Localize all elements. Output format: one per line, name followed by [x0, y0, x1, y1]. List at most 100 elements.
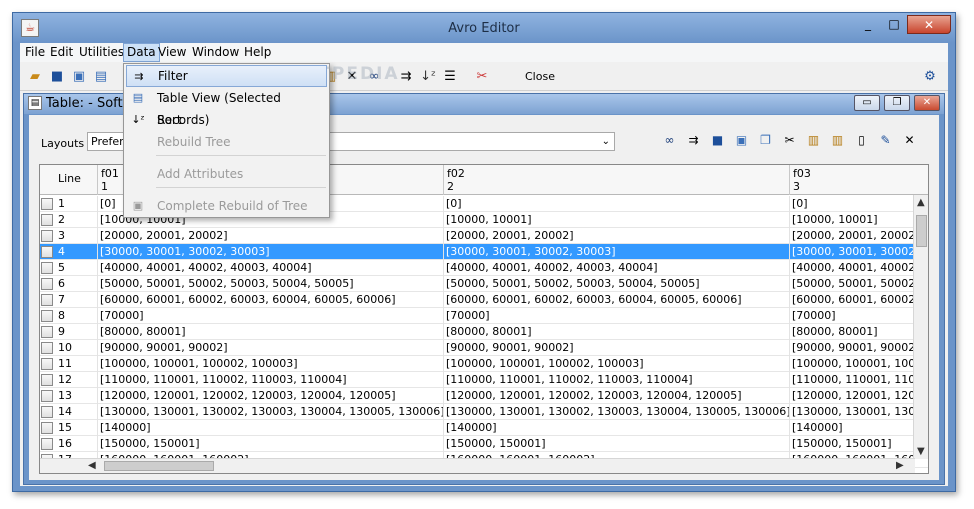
cell-f01[interactable]: [90000, 90001, 90002]	[98, 340, 444, 356]
cell-f03[interactable]: [0]	[790, 196, 915, 212]
menu-utilities[interactable]: Utilities	[76, 43, 127, 62]
cell-line[interactable]: 14	[56, 404, 98, 420]
table-row[interactable]: 13 [120000, 120001, 120002, 120003, 12000…	[40, 388, 928, 404]
cell-f01[interactable]: [30000, 30001, 30002, 30003]	[98, 244, 444, 260]
row-select-checkbox[interactable]	[41, 438, 53, 450]
cell-f01[interactable]: [130000, 130001, 130002, 130003, 130004,…	[98, 404, 444, 420]
new-record-icon[interactable]: ▯	[851, 131, 872, 152]
menu-file[interactable]: File	[22, 43, 48, 62]
row-select-checkbox[interactable]	[41, 230, 53, 242]
row-select-checkbox[interactable]	[41, 262, 53, 274]
internal-close-button[interactable]: ✕	[914, 95, 940, 111]
table-row[interactable]: 15 [140000] [140000] [140000]	[40, 420, 928, 436]
table-row[interactable]: 8 [70000] [70000] [70000]	[40, 308, 928, 324]
cell-f02[interactable]: [10000, 10001]	[444, 212, 790, 228]
table-row[interactable]: 5 [40000, 40001, 40002, 40003, 40004] [400…	[40, 260, 928, 276]
minimize-button[interactable]: _	[855, 15, 881, 34]
cell-line[interactable]: 3	[56, 228, 98, 244]
cell-f03[interactable]: [70000]	[790, 308, 915, 324]
cell-f03[interactable]: [40000, 40001, 40002, 4	[790, 260, 915, 276]
table-row[interactable]: 12 [110000, 110001, 110002, 110003, 11000…	[40, 372, 928, 388]
row-select-checkbox[interactable]	[41, 278, 53, 290]
cell-f02[interactable]: [50000, 50001, 50002, 50003, 50004, 5000…	[444, 276, 790, 292]
table-icon[interactable]: ☰	[440, 67, 460, 87]
table-row[interactable]: 7 [60000, 60001, 60002, 60003, 60004, 600…	[40, 292, 928, 308]
cell-f03[interactable]: [80000, 80001]	[790, 324, 915, 340]
menu-view[interactable]: View	[155, 43, 189, 62]
export-icon[interactable]: ▤	[91, 67, 111, 87]
title-bar[interactable]: ☕ Avro Editor _ □ ✕	[13, 13, 955, 43]
cell-f01[interactable]: [110000, 110001, 110002, 110003, 110004]	[98, 372, 444, 388]
cut-icon[interactable]: ✂	[779, 131, 800, 152]
row-select-checkbox[interactable]	[41, 390, 53, 402]
save-as-icon[interactable]: ▣	[69, 67, 89, 87]
cell-f03[interactable]: [150000, 150001]	[790, 436, 915, 452]
row-select-checkbox[interactable]	[41, 342, 53, 354]
row-select-checkbox[interactable]	[41, 358, 53, 370]
cell-line[interactable]: 4	[56, 244, 98, 260]
cell-f02[interactable]: [100000, 100001, 100002, 100003]	[444, 356, 790, 372]
cell-f01[interactable]: [70000]	[98, 308, 444, 324]
close-window-button[interactable]: ✕	[907, 15, 951, 34]
row-select-checkbox[interactable]	[41, 406, 53, 418]
save-as-icon[interactable]: ▣	[731, 131, 752, 152]
internal-restore-button[interactable]: ❐	[884, 95, 910, 111]
column-header-line[interactable]: Line	[40, 165, 98, 195]
cell-f01[interactable]: [40000, 40001, 40002, 40003, 40004]	[98, 260, 444, 276]
cell-line[interactable]: 15	[56, 420, 98, 436]
cell-f01[interactable]: [140000]	[98, 420, 444, 436]
cell-f03[interactable]: [110000, 110001, 11000	[790, 372, 915, 388]
cell-f01[interactable]: [80000, 80001]	[98, 324, 444, 340]
save-icon[interactable]: ■	[707, 131, 728, 152]
scroll-up-icon[interactable]: ▲	[917, 197, 925, 208]
cell-line[interactable]: 10	[56, 340, 98, 356]
menu-item-filter[interactable]: ⇉ Filter	[126, 65, 327, 87]
scroll-down-icon[interactable]: ▼	[917, 446, 925, 457]
cell-line[interactable]: 12	[56, 372, 98, 388]
cell-f01[interactable]: [20000, 20001, 20002]	[98, 228, 444, 244]
menu-item-sort[interactable]: ↓ᶻ Sort	[126, 109, 327, 131]
cell-f03[interactable]: [20000, 20001, 20002]	[790, 228, 915, 244]
row-select-checkbox[interactable]	[41, 214, 53, 226]
find-icon[interactable]: ∞	[659, 131, 680, 152]
row-select-checkbox[interactable]	[41, 310, 53, 322]
cell-f03[interactable]: [30000, 30001, 30002,	[790, 244, 915, 260]
vertical-scrollbar[interactable]: ▲ ▼	[913, 195, 928, 459]
scroll-right-icon[interactable]: ▶	[896, 460, 904, 471]
cell-f03[interactable]: [10000, 10001]	[790, 212, 915, 228]
sort-icon[interactable]: ↓ᶻ	[418, 67, 438, 87]
cell-line[interactable]: 6	[56, 276, 98, 292]
internal-minimize-button[interactable]: ▭	[854, 95, 880, 111]
table-row[interactable]: 6 [50000, 50001, 50002, 50003, 50004, 500…	[40, 276, 928, 292]
column-header-f02[interactable]: f02 2	[444, 165, 790, 195]
row-select-checkbox[interactable]	[41, 246, 53, 258]
cell-f03[interactable]: [130000, 130001, 13000	[790, 404, 915, 420]
menu-help[interactable]: Help	[241, 43, 274, 62]
cell-line[interactable]: 2	[56, 212, 98, 228]
table-row[interactable]: 4 [30000, 30001, 30002, 30003] [30000, 300…	[40, 244, 928, 260]
row-select-checkbox[interactable]	[41, 422, 53, 434]
horizontal-scrollbar[interactable]: ◀ ▶	[40, 458, 915, 473]
table-row[interactable]: 3 [20000, 20001, 20002] [20000, 20001, 200…	[40, 228, 928, 244]
cell-line[interactable]: 8	[56, 308, 98, 324]
edit-record-icon[interactable]: ✎	[875, 131, 896, 152]
close-toolbar-button[interactable]: Close	[525, 70, 555, 83]
open-folder-icon[interactable]: ▰	[25, 67, 45, 87]
menu-window[interactable]: Window	[189, 43, 242, 62]
cell-line[interactable]: 7	[56, 292, 98, 308]
cell-f02[interactable]: [30000, 30001, 30002, 30003]	[444, 244, 790, 260]
filter-icon[interactable]: ⇉	[683, 131, 704, 152]
menu-item-table-view[interactable]: ▤ Table View (Selected Records)	[126, 87, 327, 127]
cell-f03[interactable]: [50000, 50001, 50002,	[790, 276, 915, 292]
cell-f03[interactable]: [120000, 120001, 12000	[790, 388, 915, 404]
row-select-checkbox[interactable]	[41, 326, 53, 338]
cell-line[interactable]: 9	[56, 324, 98, 340]
cell-line[interactable]: 5	[56, 260, 98, 276]
vertical-scroll-thumb[interactable]	[916, 215, 927, 247]
cell-f01[interactable]: [60000, 60001, 60002, 60003, 60004, 6000…	[98, 292, 444, 308]
cell-line[interactable]: 16	[56, 436, 98, 452]
cell-f01[interactable]: [100000, 100001, 100002, 100003]	[98, 356, 444, 372]
column-header-f03[interactable]: f03 3	[790, 165, 928, 195]
cell-line[interactable]: 1	[56, 196, 98, 212]
menu-edit[interactable]: Edit	[47, 43, 76, 62]
